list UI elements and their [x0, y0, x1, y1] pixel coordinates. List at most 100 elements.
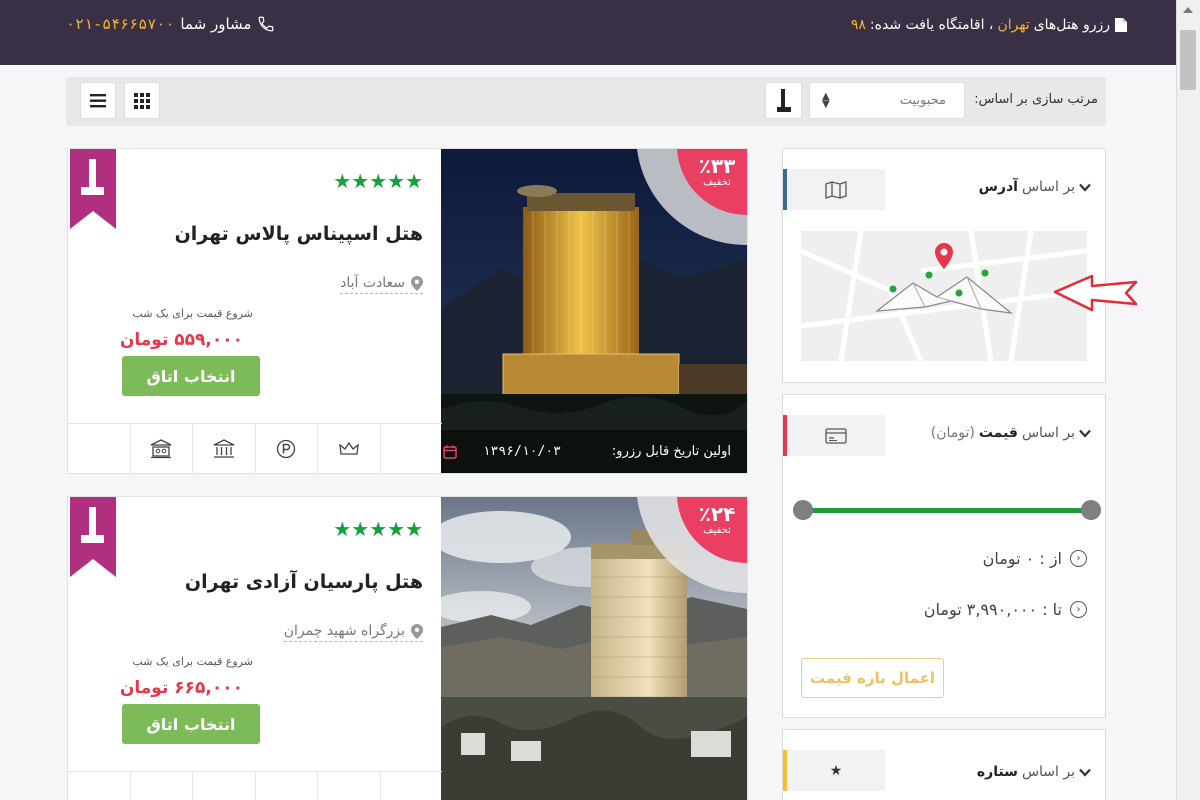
- discount-badge: ٪۳۳ تخفیف: [691, 155, 743, 188]
- hotel-price: ۶۶۵,۰۰۰ تومان: [119, 678, 243, 698]
- advisor-contact[interactable]: ۰۲۱-۵۴۶۶۵۷۰۰ مشاور شما: [66, 15, 275, 33]
- crown-icon: [338, 442, 359, 455]
- price-filter-toggle[interactable]: بر اساس قیمت (تومان): [931, 425, 1091, 441]
- amenity-cell: [68, 424, 131, 473]
- amenity-cell: [68, 772, 131, 800]
- price-range-slider[interactable]: [793, 499, 1101, 521]
- hotel-name[interactable]: هتل اسپیناس پالاس تهران: [175, 223, 423, 245]
- grid-icon: [134, 92, 150, 109]
- brand-logo-icon: [776, 88, 791, 112]
- amenity-cell: [381, 424, 443, 473]
- address-filter-panel: بر اساس آدرس: [782, 148, 1106, 383]
- sort-select[interactable]: محبوبیت ▲ ▼: [809, 82, 965, 119]
- amenity-cell: [131, 772, 193, 800]
- map-icon: [825, 180, 847, 199]
- mini-map[interactable]: [801, 231, 1087, 361]
- found-count: ۹۸: [850, 17, 866, 33]
- amenity-cell: [256, 424, 318, 473]
- discount-badge: ٪۲۴ تخفیف: [691, 503, 743, 536]
- price-to-text: تا : ۳,۹۹۰,۰۰۰ تومان: [923, 600, 1062, 619]
- hotel-location-text: بزرگراه شهید چمران: [283, 623, 405, 639]
- address-filter-prefix: بر اساس: [1021, 179, 1075, 195]
- scroll-thumb[interactable]: [1180, 30, 1196, 90]
- star-rating: ★★★★★: [333, 169, 423, 193]
- hotel-building-icon: [150, 439, 172, 459]
- phone-icon: [259, 16, 274, 32]
- price-filter-tab[interactable]: [783, 415, 885, 456]
- search-city[interactable]: تهران: [997, 17, 1029, 33]
- chevron-down-icon: [1079, 183, 1091, 192]
- price-to: ‹ تا : ۳,۹۹۰,۰۰۰ تومان: [924, 600, 1087, 619]
- bookmark-ribbon-icon: [70, 497, 116, 577]
- slider-track: [801, 508, 1091, 513]
- hotel-card[interactable]: ٪۳۳ تخفیف اولین تاریخ قابل رزرو: ۱۳۹۶/۱۰…: [67, 148, 748, 474]
- advisor-label: مشاور شما: [180, 15, 252, 33]
- star-icon: ★: [829, 762, 843, 779]
- address-filter-toggle[interactable]: بر اساس آدرس: [979, 179, 1091, 195]
- amenity-cell: [318, 772, 381, 800]
- updown-icon: ▲ ▼: [822, 91, 830, 110]
- star-filter-title: ستاره: [976, 764, 1018, 780]
- star-filter-toggle[interactable]: بر اساس ستاره: [977, 764, 1091, 780]
- chevron-circle-icon: ‹: [1070, 550, 1087, 567]
- discount-label: تخفیف: [703, 177, 731, 188]
- amenity-cell: [381, 772, 443, 800]
- discount-percent: ٪۳۳: [698, 154, 736, 178]
- booking-caption: اولین تاریخ قابل رزرو: ۱۳۹۶/۱۰/۰۳: [441, 430, 747, 473]
- credit-card-icon: [825, 427, 847, 444]
- search-prefix: رزرو هتل‌های: [1033, 17, 1110, 33]
- hotel-card[interactable]: ٪۲۴ تخفیف ★★★★★ هتل پارسیان آزادی تهران …: [67, 496, 748, 800]
- slider-handle-min[interactable]: [793, 500, 813, 520]
- select-room-button[interactable]: انتخاب اتاق: [122, 704, 260, 744]
- price-filter-title: قیمت: [978, 425, 1018, 441]
- top-bar: ۰۲۱-۵۴۶۶۵۷۰۰ مشاور شما رزرو هتل‌های تهرا…: [0, 0, 1176, 65]
- calendar-icon: [443, 445, 457, 459]
- address-filter-tab[interactable]: [783, 169, 885, 210]
- hotel-location-text: سعادت آباد: [340, 275, 405, 291]
- address-filter-title: آدرس: [978, 179, 1018, 195]
- page-scrollbar[interactable]: [1176, 0, 1200, 800]
- star-filter-panel: ★ بر اساس ستاره: [782, 729, 1106, 800]
- price-filter-panel: بر اساس قیمت (تومان) ‹ از : ۰ تومان ‹ تا…: [782, 394, 1106, 718]
- found-label: ، اقامتگاه یافت شده:: [869, 17, 994, 33]
- star-rating: ★★★★★: [333, 517, 423, 541]
- first-booking-date: ۱۳۹۶/۱۰/۰۳: [482, 444, 561, 459]
- amenity-cell: [256, 772, 318, 800]
- discount-percent: ٪۲۴: [698, 502, 736, 526]
- star-filter-prefix: بر اساس: [1021, 764, 1075, 780]
- apply-price-range-button[interactable]: اعمال بازه قیمت: [801, 658, 944, 698]
- hotel-location[interactable]: بزرگراه شهید چمران: [283, 623, 423, 642]
- hotel-name[interactable]: هتل پارسیان آزادی تهران: [185, 571, 423, 593]
- grid-view-button[interactable]: [124, 82, 160, 119]
- sort-label: مرتب سازی بر اساس:: [974, 92, 1098, 107]
- price-filter-prefix: بر اساس: [1021, 425, 1075, 441]
- phone-number[interactable]: ۰۲۱-۵۴۶۶۵۷۰۰: [66, 15, 174, 33]
- list-view-button[interactable]: [80, 82, 116, 119]
- amenities-row: [68, 771, 442, 800]
- amenity-cell: [193, 772, 256, 800]
- star-filter-tab[interactable]: ★: [783, 750, 885, 791]
- discount-label: تخفیف: [703, 525, 731, 536]
- price-from: ‹ از : ۰ تومان: [983, 549, 1087, 568]
- sort-selected-value: محبوبیت: [899, 93, 946, 108]
- bookmark-ribbon-icon: [70, 149, 116, 229]
- price-start-label: شروع قیمت برای یک شب: [132, 655, 253, 668]
- brand-logo-button[interactable]: [765, 82, 802, 119]
- chevron-down-icon: [1079, 429, 1091, 438]
- location-pin-icon: [411, 275, 423, 291]
- location-pin-icon: [411, 623, 423, 639]
- hotel-photo[interactable]: ٪۲۴ تخفیف: [441, 497, 747, 800]
- chevron-down-icon: [1079, 768, 1091, 777]
- hotel-photo[interactable]: ٪۳۳ تخفیف اولین تاریخ قابل رزرو: ۱۳۹۶/۱۰…: [441, 149, 747, 473]
- amenity-cell: [318, 424, 381, 473]
- slider-handle-max[interactable]: [1081, 500, 1101, 520]
- bank-icon: [213, 439, 235, 458]
- scroll-up-icon[interactable]: [1183, 7, 1193, 13]
- list-icon: [90, 93, 106, 107]
- select-room-button[interactable]: انتخاب اتاق: [122, 356, 260, 396]
- parking-icon: [277, 439, 296, 459]
- price-from-text: از : ۰ تومان: [982, 549, 1062, 568]
- first-booking-label: اولین تاریخ قابل رزرو:: [611, 444, 731, 459]
- amenity-cell: [131, 424, 193, 473]
- hotel-location[interactable]: سعادت آباد: [340, 275, 423, 294]
